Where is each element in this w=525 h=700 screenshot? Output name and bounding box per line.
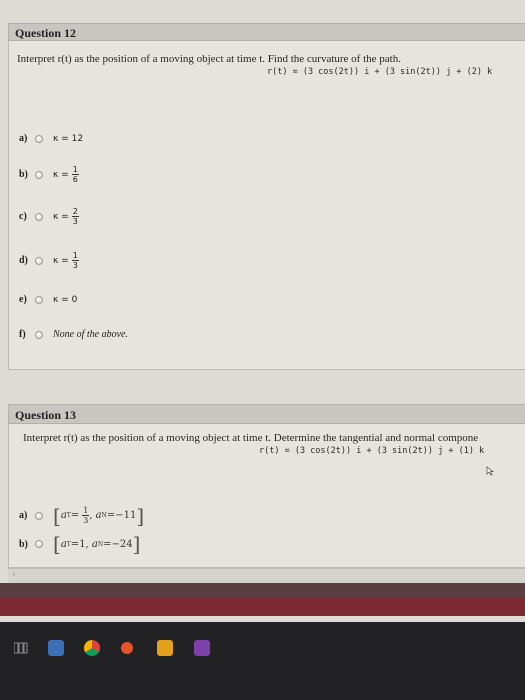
page-footer-band xyxy=(0,583,525,598)
option-value: 12 xyxy=(71,133,84,144)
option-label: a) xyxy=(19,510,28,521)
q12-option-a[interactable]: a) κ = 12 xyxy=(19,133,83,144)
answer-vector: [ a T = 1, a N = −24 ] xyxy=(53,532,141,556)
question-12-prompt: Interpret r(t) as the position of a movi… xyxy=(17,53,401,65)
radio-button[interactable] xyxy=(35,330,43,339)
file-explorer-icon[interactable] xyxy=(157,640,173,656)
fraction: 23 xyxy=(71,207,79,226)
question-12-body: Interpret r(t) as the position of a movi… xyxy=(8,41,525,370)
question-12-equation: r(t) = (3 cos(2t)) i + (3 sin(2t)) j + (… xyxy=(267,67,493,77)
fraction: 13 xyxy=(71,251,79,270)
page-footer-bar xyxy=(0,598,525,616)
horizontal-scrollbar[interactable]: ‹ xyxy=(8,568,525,583)
browser-viewport: Question 12 Interpret r(t) as the positi… xyxy=(0,0,525,622)
fraction: 13 xyxy=(82,506,90,525)
question-13-equation: r(t) = (3 cos(2t)) i + (3 sin(2t)) j + (… xyxy=(259,446,485,456)
question-13-body: Interpret r(t) as the position of a movi… xyxy=(8,424,525,568)
option-label: b) xyxy=(19,169,28,180)
option-label: a) xyxy=(19,133,28,144)
q12-option-b[interactable]: b) κ = 16 xyxy=(19,165,79,184)
question-12-header: Question 12 xyxy=(8,23,525,41)
calculator-icon[interactable] xyxy=(48,640,64,656)
option-label: b) xyxy=(19,538,28,550)
answer-vector: [ a T = 13 , a N = −11 ] xyxy=(53,503,145,528)
radio-button[interactable] xyxy=(35,511,43,520)
chrome-icon[interactable] xyxy=(84,640,100,656)
radio-button[interactable] xyxy=(35,295,43,304)
app-icon[interactable] xyxy=(121,642,133,654)
q12-option-d[interactable]: d) κ = 13 xyxy=(19,251,79,270)
option-text: None of the above. xyxy=(53,329,128,340)
radio-button[interactable] xyxy=(35,212,43,221)
taskbar xyxy=(0,622,525,700)
q13-option-a[interactable]: a) [ a T = 13 , a N = −11 ] xyxy=(19,503,145,528)
radio-button[interactable] xyxy=(35,540,43,548)
radio-button[interactable] xyxy=(35,134,43,143)
question-13-header: Question 13 xyxy=(8,404,525,424)
q12-option-f[interactable]: f) None of the above. xyxy=(19,329,128,340)
question-13-prompt: Interpret r(t) as the position of a movi… xyxy=(23,432,479,444)
q12-option-e[interactable]: e) κ = 0 xyxy=(19,294,77,305)
option-label: d) xyxy=(19,255,28,266)
fraction: 16 xyxy=(71,165,79,184)
option-label: c) xyxy=(19,211,27,222)
question-12-title: Question 12 xyxy=(15,26,77,40)
task-view-icon[interactable] xyxy=(14,642,28,654)
scroll-left-icon[interactable]: ‹ xyxy=(12,570,16,580)
option-value: 0 xyxy=(71,294,78,305)
radio-button[interactable] xyxy=(35,256,43,265)
media-app-icon[interactable] xyxy=(194,640,210,656)
option-label: e) xyxy=(19,294,27,305)
question-13-title: Question 13 xyxy=(15,408,77,422)
q12-option-c[interactable]: c) κ = 23 xyxy=(19,207,79,226)
mouse-cursor-icon xyxy=(486,466,495,476)
radio-button[interactable] xyxy=(35,170,43,179)
q13-option-b[interactable]: b) [ a T = 1, a N = −24 ] xyxy=(19,532,141,556)
option-label: f) xyxy=(19,329,26,340)
